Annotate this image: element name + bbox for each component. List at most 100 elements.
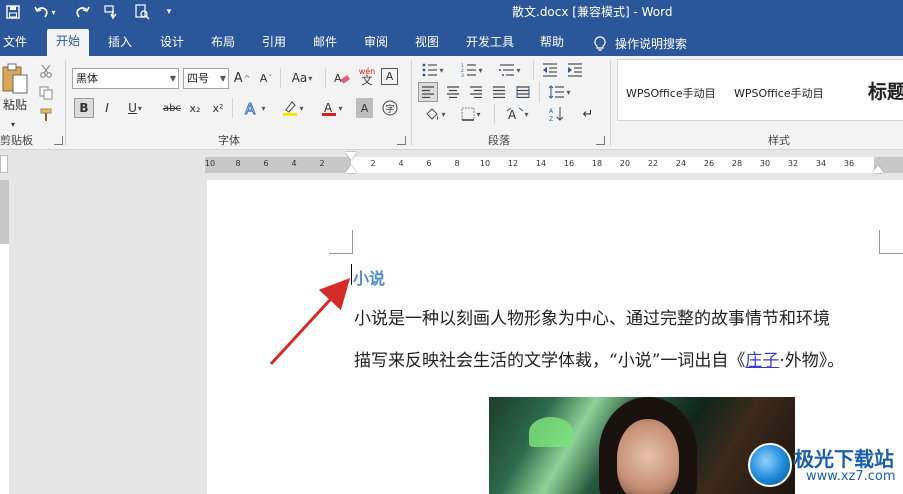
- paste-icon[interactable]: [0, 62, 30, 96]
- tell-me-label: 操作说明搜索: [615, 36, 688, 51]
- strikethrough-button[interactable]: abc: [160, 98, 184, 118]
- phonetic-guide-button[interactable]: wén 文: [357, 66, 377, 86]
- text-cursor: [351, 264, 352, 285]
- increase-indent-icon[interactable]: [565, 60, 585, 80]
- grow-font-button[interactable]: A ^: [234, 68, 251, 88]
- distributed-icon[interactable]: [513, 82, 533, 102]
- underline-button[interactable]: U ▾: [120, 98, 150, 118]
- svg-text:A: A: [324, 101, 333, 115]
- align-left-icon[interactable]: [418, 82, 438, 102]
- paragraph-line-2[interactable]: 描写来反映社会生活的文学体裁，“小说”一词出自《庄子·外物》。: [354, 346, 844, 371]
- ruler-number: 30: [759, 159, 771, 168]
- multilevel-list-icon[interactable]: ▾: [494, 60, 526, 80]
- svg-text:A: A: [508, 108, 517, 121]
- bold-button[interactable]: B: [74, 98, 94, 118]
- shading-icon[interactable]: ▾: [420, 104, 450, 124]
- tab-developer[interactable]: 开发工具: [466, 31, 514, 56]
- clipboard-dialog-launcher[interactable]: [54, 136, 63, 145]
- ribbon-tabs: 文件 开始 插入 设计 布局 引用 邮件 审阅 视图 开发工具 帮助 操作说明搜…: [0, 26, 903, 56]
- paste-dropdown-icon[interactable]: ▾: [6, 114, 20, 134]
- borders-icon[interactable]: ▾: [456, 104, 486, 124]
- paragraph-line-1[interactable]: 小说是一种以刻画人物形象为中心、通过完整的故事情节和环境: [354, 304, 830, 329]
- group-divider: [65, 60, 66, 146]
- decrease-indent-icon[interactable]: [540, 60, 560, 80]
- font-name-dropdown-icon[interactable]: ▼: [170, 69, 176, 88]
- tell-me-search[interactable]: 操作说明搜索: [594, 31, 687, 56]
- ruler-number: 2: [370, 159, 376, 168]
- numbering-icon[interactable]: 1 2 3 ▾: [456, 60, 488, 80]
- tab-design[interactable]: 设计: [160, 31, 184, 56]
- sort-icon[interactable]: AZ: [546, 104, 568, 124]
- line-spacing-icon[interactable]: ▾: [544, 82, 576, 102]
- cut-icon[interactable]: [36, 61, 56, 81]
- svg-text:A: A: [334, 72, 342, 85]
- hyperlink-zhuangzi[interactable]: 庄子: [745, 351, 779, 371]
- ruler-number: 18: [591, 159, 603, 168]
- document-heading[interactable]: 小说: [353, 265, 385, 289]
- vertical-ruler[interactable]: [0, 180, 9, 494]
- ruler-number: 8: [235, 159, 241, 168]
- ruler-number: 24: [675, 159, 687, 168]
- paragraph-dialog-launcher[interactable]: [596, 136, 605, 145]
- tab-view[interactable]: 视图: [415, 31, 439, 56]
- font-size-dropdown-icon[interactable]: ▼: [220, 69, 226, 88]
- style-heading[interactable]: 标题: [868, 77, 903, 104]
- first-line-indent-marker[interactable]: [345, 152, 357, 160]
- font-name-box[interactable]: 黑体 ▼: [72, 68, 179, 89]
- hanging-indent-marker[interactable]: [345, 165, 357, 173]
- clear-formatting-icon[interactable]: A: [332, 68, 352, 88]
- italic-button[interactable]: I: [99, 98, 115, 118]
- font-size-box[interactable]: 四号 ▼: [183, 68, 229, 89]
- character-border-icon[interactable]: A: [381, 68, 398, 85]
- ruler-number: 28: [731, 159, 743, 168]
- customize-quick-access-icon[interactable]: ▾: [162, 1, 176, 23]
- format-painter-icon[interactable]: [36, 105, 56, 125]
- bullets-icon[interactable]: ▾: [418, 60, 448, 80]
- ruler-number: 6: [263, 159, 269, 168]
- ruler-number: 14: [535, 159, 547, 168]
- align-center-icon[interactable]: [443, 82, 463, 102]
- align-right-icon[interactable]: [466, 82, 486, 102]
- tab-mailings[interactable]: 邮件: [313, 31, 337, 56]
- tab-file[interactable]: 文件: [3, 31, 27, 56]
- save-icon[interactable]: [4, 1, 22, 23]
- style-wps-toc-1[interactable]: WPSOffice手动目: [626, 85, 716, 101]
- text-effects-icon[interactable]: A ▾: [240, 98, 270, 118]
- group-divider: [411, 60, 412, 146]
- ruler-tab-stop[interactable]: [0, 155, 8, 173]
- font-dialog-launcher[interactable]: [397, 136, 406, 145]
- shrink-font-button[interactable]: Aˇ: [258, 68, 274, 88]
- phonetic-char: 文: [361, 74, 373, 87]
- change-case-button[interactable]: Aa ▾: [286, 68, 318, 88]
- paste-button[interactable]: 粘贴: [0, 94, 30, 114]
- shrink-font-label: A: [259, 71, 268, 85]
- tab-home[interactable]: 开始: [47, 29, 90, 56]
- window-title: 散文.docx [兼容模式] - Word: [512, 5, 673, 19]
- chinese-layout-icon[interactable]: A ▾: [502, 104, 534, 124]
- highlight-color-icon[interactable]: ▾: [278, 98, 308, 118]
- style-wps-toc-2[interactable]: WPSOffice手动目: [734, 85, 824, 101]
- justify-icon[interactable]: [489, 82, 509, 102]
- styles-group-label: 样式: [768, 134, 790, 147]
- tab-layout[interactable]: 布局: [211, 31, 235, 56]
- enclose-characters-icon[interactable]: 字: [381, 98, 399, 118]
- superscript-button[interactable]: x²: [209, 98, 227, 118]
- undo-icon[interactable]: ▾: [32, 1, 58, 23]
- font-color-icon[interactable]: A ▾: [316, 98, 348, 118]
- tab-review[interactable]: 审阅: [364, 31, 388, 56]
- copy-icon[interactable]: [36, 83, 56, 103]
- print-preview-icon[interactable]: [132, 1, 152, 23]
- tab-help[interactable]: 帮助: [540, 31, 564, 56]
- right-indent-marker[interactable]: [872, 165, 884, 173]
- subscript-button[interactable]: x₂: [186, 98, 204, 118]
- paragraph-divider: [539, 82, 540, 102]
- character-shading-icon[interactable]: A: [356, 98, 373, 118]
- touch-mode-icon[interactable]: [102, 1, 122, 23]
- redo-icon[interactable]: [72, 1, 92, 23]
- crop-mark-top-right: [879, 230, 903, 254]
- show-marks-icon[interactable]: ↵: [578, 104, 598, 124]
- tab-insert[interactable]: 插入: [108, 31, 132, 56]
- tab-references[interactable]: 引用: [262, 31, 286, 56]
- ruler-number: 10: [479, 159, 491, 168]
- horizontal-ruler[interactable]: 10 8 6 4 2 2 4 6 8 10 12 14 16 18 20 22 24 26 28 30 32 34 36: [205, 152, 903, 173]
